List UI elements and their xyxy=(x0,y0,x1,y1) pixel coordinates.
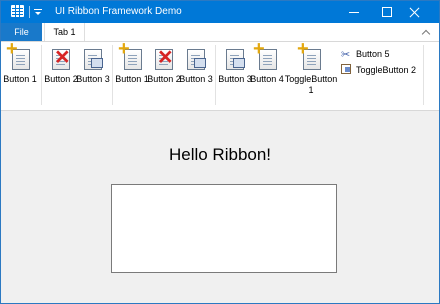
add-icon xyxy=(6,39,30,70)
title-bar[interactable]: UI Ribbon Framework Demo xyxy=(1,1,439,23)
ribbon-button-label: Button 1 xyxy=(3,74,37,84)
app-icon[interactable] xyxy=(11,5,24,17)
ribbon-tabs: File Tab 1 xyxy=(1,23,439,41)
ribbon-button-label: ToggleButton 1 xyxy=(284,74,338,95)
delete-icon xyxy=(155,47,173,70)
ribbon-button-8[interactable]: Button 4 xyxy=(250,39,284,100)
small-button-label: ToggleButton 2 xyxy=(356,65,417,75)
delete-icon xyxy=(52,47,70,70)
tab-tab-1[interactable]: Tab 1 xyxy=(44,23,85,41)
ribbon-button-3[interactable]: Button 3 xyxy=(76,44,110,100)
ribbon-button-label: Button 2 xyxy=(147,74,181,84)
ribbon-button-label: Button 2 xyxy=(44,74,78,84)
ribbon-button-label: Button 1 xyxy=(115,74,149,84)
ribbon-button-2[interactable]: Button 2 xyxy=(44,44,78,100)
close-button[interactable] xyxy=(392,1,438,23)
ribbon-toggle-button-2[interactable]: ToggleButton 2 xyxy=(341,62,416,78)
document-icon xyxy=(226,49,245,70)
ribbon-button-label: Button 4 xyxy=(250,74,284,84)
add-icon xyxy=(118,39,142,70)
paste-icon xyxy=(341,64,351,74)
group-separator xyxy=(423,45,424,105)
ribbon: Button 1 Button 2 Button 3 Button 1 Butt… xyxy=(1,39,439,111)
small-button-label: Button 5 xyxy=(356,49,390,59)
ribbon-button-label: Button 3 xyxy=(179,74,213,84)
ribbon-button-1[interactable]: Button 1 xyxy=(3,39,37,100)
page-heading: Hello Ribbon! xyxy=(168,145,272,164)
ribbon-button-label: Button 3 xyxy=(76,74,110,84)
group-separator xyxy=(215,45,216,105)
ribbon-button-6[interactable]: Button 3 xyxy=(179,44,213,100)
ribbon-button-5[interactable]: Button 2 xyxy=(147,44,181,100)
toggle-button-1[interactable]: ToggleButton 1 xyxy=(283,39,339,100)
collapse-ribbon-icon[interactable] xyxy=(422,28,430,36)
window-title: UI Ribbon Framework Demo xyxy=(55,6,182,17)
ribbon-small-button-5[interactable]: Button 5 xyxy=(341,46,390,62)
ribbon-button-7[interactable]: Button 3 xyxy=(218,44,252,100)
add-icon xyxy=(297,39,321,70)
quick-access-dropdown-icon[interactable] xyxy=(34,7,42,17)
group-separator xyxy=(112,45,113,105)
add-icon xyxy=(253,39,277,70)
main-window: UI Ribbon Framework Demo File Tab 1 Butt… xyxy=(0,0,440,304)
group-separator xyxy=(41,45,42,105)
document-icon xyxy=(187,49,206,70)
ribbon-button-4[interactable]: Button 1 xyxy=(115,39,149,100)
scissors-icon xyxy=(341,47,351,57)
ribbon-button-label: Button 3 xyxy=(218,74,252,84)
document-icon xyxy=(84,49,103,70)
text-box[interactable] xyxy=(111,184,337,273)
quick-access-separator xyxy=(29,6,30,18)
